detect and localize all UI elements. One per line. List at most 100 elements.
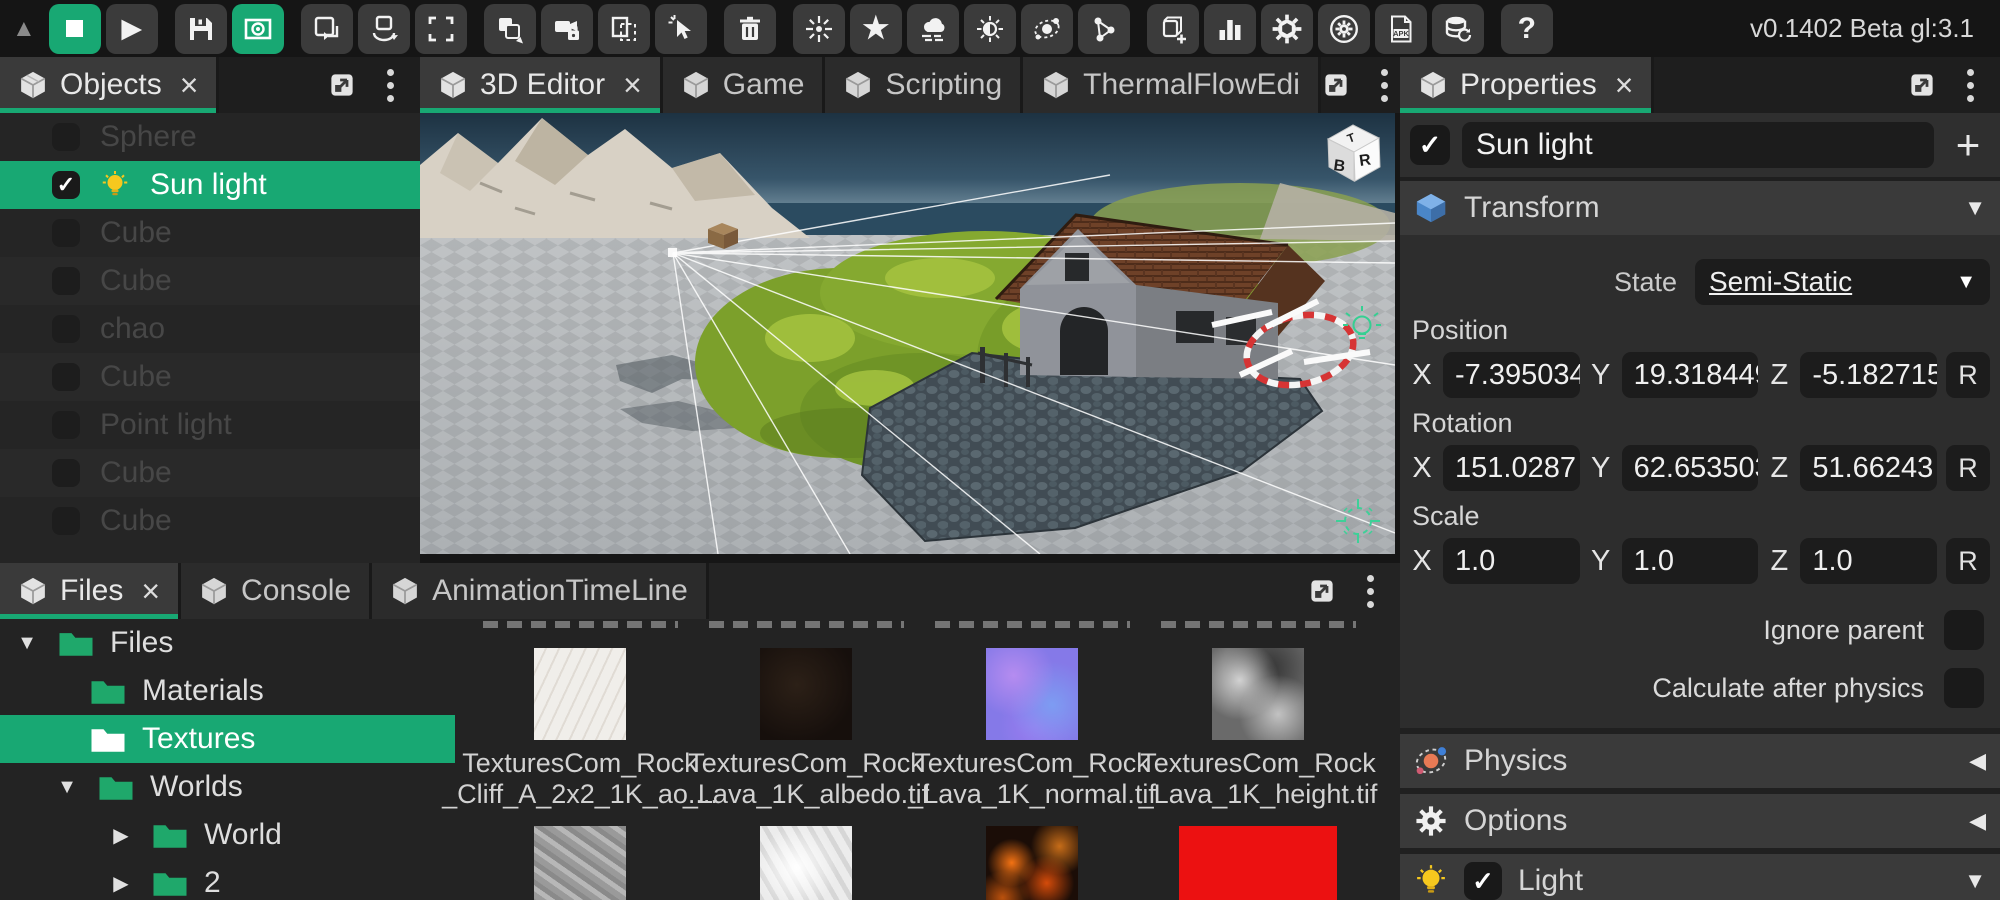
tree-item-world[interactable]: ▶ World — [0, 811, 455, 859]
panel-menu-icon[interactable] — [1967, 69, 1974, 102]
texture-filename[interactable]: TexturesCom_Rock_Lava_1K_albedo.tif — [683, 748, 929, 810]
favorites-button[interactable]: ★ — [850, 4, 902, 54]
texture-filename[interactable]: TexturesCom_Rock_Lava_1K_height.tif — [1139, 748, 1378, 810]
rotation-x-input[interactable]: 151.0287 — [1443, 445, 1580, 491]
cube-face-left[interactable]: B — [1332, 157, 1346, 175]
texture-thumbnail[interactable] — [1179, 826, 1337, 900]
texture-thumbnail[interactable] — [1212, 648, 1304, 740]
texture-thumbnail[interactable] — [760, 648, 852, 740]
tab-thermalflow[interactable]: ThermalFlowEdi — [1023, 57, 1321, 113]
object-row[interactable]: Cube — [0, 257, 420, 305]
viewport-3d[interactable]: T B R — [420, 113, 1395, 554]
database-refresh-button[interactable] — [1432, 4, 1484, 54]
environment-button[interactable] — [907, 4, 959, 54]
selection-region-button[interactable] — [598, 4, 650, 54]
rotate-tool-button[interactable] — [358, 4, 410, 54]
ignore-parent-checkbox[interactable] — [1944, 610, 1984, 650]
tree-item-materials[interactable]: Materials — [0, 667, 455, 715]
section-options[interactable]: Options ◀ — [1400, 794, 2000, 848]
close-icon[interactable]: × — [1615, 69, 1634, 101]
delete-button[interactable] — [724, 4, 776, 54]
physics-world-button[interactable] — [1021, 4, 1073, 54]
close-icon[interactable]: × — [180, 69, 199, 101]
tab-scripting[interactable]: Scripting — [825, 57, 1023, 113]
light-enabled-checkbox[interactable]: ✓ — [1464, 862, 1502, 900]
expand-panel-icon[interactable] — [1307, 576, 1337, 606]
scale-reset-button[interactable]: R — [1946, 538, 1990, 584]
stop-button[interactable] — [49, 4, 101, 54]
collapse-toolbar-icon[interactable]: ▲ — [12, 17, 36, 41]
statistics-button[interactable] — [1204, 4, 1256, 54]
section-transform[interactable]: Transform ▼ — [1400, 181, 2000, 235]
chevron-down-icon[interactable]: ▼ — [12, 632, 42, 655]
tab-objects[interactable]: Objects × — [0, 57, 219, 113]
object-visibility-checkbox[interactable] — [52, 507, 80, 535]
chevron-down-icon[interactable]: ▼ — [1964, 868, 1986, 894]
tree-item-2[interactable]: ▶ 2 — [0, 859, 455, 900]
scale-tool-button[interactable] — [415, 4, 467, 54]
translate-tool-button[interactable] — [301, 4, 353, 54]
add-component-button[interactable]: + — [1946, 124, 1990, 166]
scale-x-input[interactable]: 1.0 — [1443, 538, 1580, 584]
position-x-input[interactable]: -7.395034 — [1443, 352, 1580, 398]
tab-files[interactable]: Files × — [0, 563, 181, 619]
object-name-input[interactable]: Sun light — [1462, 122, 1934, 168]
texture-thumbnail[interactable] — [986, 648, 1078, 740]
brightness-button[interactable] — [964, 4, 1016, 54]
tab-3d-editor[interactable]: 3D Editor × — [420, 57, 663, 113]
chevron-down-icon[interactable]: ▼ — [52, 776, 82, 799]
section-light[interactable]: ✓ Light ▼ — [1400, 854, 2000, 900]
rotation-reset-button[interactable]: R — [1946, 445, 1990, 491]
texture-filename[interactable]: TexturesCom_Rock_Lava_1K_normal.tif — [908, 748, 1156, 810]
object-visibility-checkbox[interactable] — [52, 411, 80, 439]
play-button[interactable]: ▶ — [106, 4, 158, 54]
section-physics[interactable]: Physics ◀ — [1400, 734, 2000, 788]
calculate-after-physics-checkbox[interactable] — [1944, 668, 1984, 708]
node-graph-button[interactable] — [1078, 4, 1130, 54]
camera-lock-button[interactable] — [541, 4, 593, 54]
duplicate-button[interactable] — [484, 4, 536, 54]
object-visibility-checkbox[interactable] — [52, 267, 80, 295]
cursor-select-button[interactable] — [655, 4, 707, 54]
chevron-left-icon[interactable]: ◀ — [1969, 748, 1986, 774]
scene-view-button[interactable] — [232, 4, 284, 54]
object-visibility-checkbox[interactable] — [52, 219, 80, 247]
tab-game[interactable]: Game — [663, 57, 826, 113]
texture-thumbnail[interactable] — [534, 826, 626, 900]
close-icon[interactable]: × — [141, 575, 160, 607]
texture-filename[interactable]: TexturesCom_Rock_Cliff_A_2x2_1K_ao.... — [442, 748, 718, 810]
object-visibility-checkbox[interactable] — [52, 315, 80, 343]
tab-animation-timeline[interactable]: AnimationTimeLine — [372, 563, 709, 619]
light-origin-handle[interactable] — [668, 248, 677, 257]
chevron-left-icon[interactable]: ◀ — [1969, 808, 1986, 834]
object-row-selected[interactable]: ✓ Sun light — [0, 161, 420, 209]
tree-item-textures[interactable]: Textures — [0, 715, 455, 763]
chevron-right-icon[interactable]: ▶ — [106, 871, 136, 896]
tab-console[interactable]: Console — [181, 563, 372, 619]
object-row[interactable]: Sphere — [0, 113, 420, 161]
object-visibility-checkbox[interactable] — [52, 363, 80, 391]
state-dropdown[interactable]: Semi-Static ▼ — [1695, 259, 1990, 305]
effects-button[interactable] — [793, 4, 845, 54]
rotation-z-input[interactable]: 51.66243 — [1800, 445, 1937, 491]
close-icon[interactable]: × — [623, 69, 642, 101]
object-row[interactable]: chao — [0, 305, 420, 353]
object-row[interactable]: Cube — [0, 449, 420, 497]
position-reset-button[interactable]: R — [1946, 352, 1990, 398]
panel-menu-icon[interactable] — [387, 69, 394, 102]
help-button[interactable]: ? — [1501, 4, 1553, 54]
chevron-right-icon[interactable]: ▶ — [106, 823, 136, 848]
panel-menu-icon[interactable] — [1367, 575, 1374, 608]
expand-panel-icon[interactable] — [1907, 70, 1937, 100]
tab-properties[interactable]: Properties × — [1400, 57, 1654, 113]
project-settings-button[interactable] — [1261, 4, 1313, 54]
add-object-button[interactable] — [1147, 4, 1199, 54]
object-row[interactable]: Cube — [0, 209, 420, 257]
position-y-input[interactable]: 19.318449 — [1622, 352, 1759, 398]
object-visibility-checkbox[interactable] — [52, 123, 80, 151]
scale-y-input[interactable]: 1.0 — [1622, 538, 1759, 584]
save-button[interactable] — [175, 4, 227, 54]
object-row[interactable]: Cube — [0, 353, 420, 401]
object-visibility-checkbox[interactable] — [52, 459, 80, 487]
expand-panel-icon[interactable] — [327, 70, 357, 100]
